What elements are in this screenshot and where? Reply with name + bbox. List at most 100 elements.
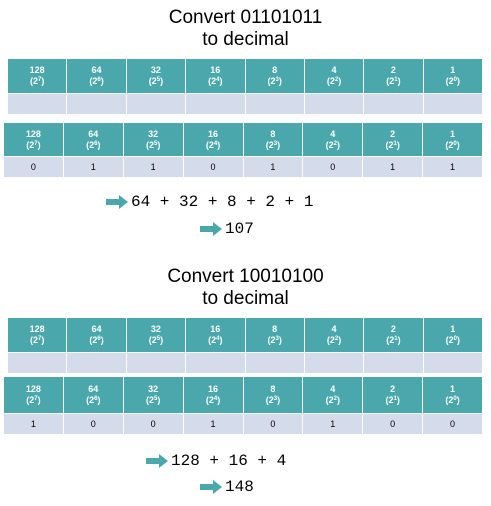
- place-value: 8: [270, 128, 276, 139]
- empty-bit-cell: [66, 93, 127, 115]
- power-of-two: (27): [26, 139, 41, 150]
- power-of-two: (23): [267, 335, 282, 345]
- place-value: 32: [150, 324, 161, 334]
- place-value-header: 128 (27): [6, 317, 68, 353]
- result-text: 148: [225, 478, 254, 496]
- place-value-header: 32 (25): [122, 376, 184, 414]
- place-value: 2: [390, 384, 396, 394]
- place-value-header: 1 (20): [422, 122, 483, 157]
- power-of-two: (23): [265, 139, 281, 150]
- power-of-two: (20): [445, 335, 460, 345]
- place-value: 64: [88, 384, 99, 394]
- place-value: 8: [272, 65, 278, 75]
- place-value: 64: [88, 128, 99, 139]
- bit-cell: 1: [182, 413, 244, 435]
- place-value: 32: [148, 128, 159, 139]
- bit-cell: 1: [122, 156, 184, 178]
- place-value: 2: [390, 65, 396, 75]
- place-value-header: 16 (24): [185, 317, 246, 353]
- power-of-two: (21): [386, 76, 401, 86]
- empty-bit-cell: [303, 352, 365, 374]
- place-value: 4: [330, 128, 336, 139]
- place-value-header: 128 (27): [3, 122, 64, 157]
- place-value: 1: [450, 384, 456, 394]
- power-of-two: (24): [205, 395, 221, 405]
- place-value-header: 1 (20): [422, 376, 483, 414]
- power-of-two: (22): [325, 395, 340, 405]
- place-value-header: 4 (22): [303, 58, 365, 94]
- place-value: 4: [331, 65, 337, 75]
- bit-cell: 1: [362, 156, 424, 178]
- place-value: 16: [208, 384, 219, 394]
- place-value: 8: [272, 324, 278, 334]
- result-text: 107: [225, 220, 254, 238]
- filled-conversion-table-1: 128 (27) 64 (26) 32 (25) 16 (24) 8 (23) 4 (22) 2 (21)…: [3, 122, 483, 178]
- power-of-two: (22): [326, 335, 342, 345]
- empty-bit-cell: [303, 93, 365, 115]
- title-line-2: to decimal: [202, 29, 289, 50]
- power-of-two: (26): [86, 139, 101, 150]
- empty-bit-cell: [125, 93, 187, 115]
- power-of-two: (27): [26, 395, 41, 405]
- place-value-header: 64 (26): [62, 122, 124, 157]
- right-arrow-icon: [106, 195, 128, 209]
- power-of-two: (27): [30, 76, 45, 86]
- sum-expression-2: 128 + 16 + 4: [146, 452, 286, 470]
- place-value: 128: [29, 65, 45, 75]
- bit-cell: 0: [242, 413, 304, 435]
- place-value-header: 64 (26): [66, 317, 127, 353]
- right-arrow-icon: [200, 480, 222, 494]
- empty-bit-cell: [66, 352, 127, 374]
- place-value-header: 8 (23): [242, 122, 304, 157]
- title-line-2: to decimal: [202, 288, 289, 309]
- bit-cell: 0: [302, 156, 364, 178]
- place-value: 128: [29, 324, 45, 334]
- place-value-header: 16 (24): [182, 376, 244, 414]
- bit-cell: 1: [302, 413, 364, 435]
- title-line-1: Convert 10010100: [167, 266, 324, 287]
- place-value: 128: [25, 384, 41, 394]
- empty-bit-cell: [125, 352, 187, 374]
- empty-bit-cell: [244, 352, 305, 374]
- bit-cell: 0: [62, 413, 124, 435]
- empty-bit-cell: [6, 93, 68, 115]
- power-of-two: (25): [146, 139, 161, 150]
- power-of-two: (22): [326, 76, 342, 86]
- power-of-two: (20): [445, 76, 460, 86]
- empty-bit-cell: [422, 352, 484, 374]
- place-value: 2: [390, 324, 396, 334]
- filled-conversion-table-2: 128 (27) 64 (26) 32 (25) 16 (24) 8 (23) 4 (22) 2 (21)…: [3, 376, 483, 435]
- sum-text: 128 + 16 + 4: [171, 452, 287, 470]
- power-of-two: (20): [445, 139, 460, 150]
- power-of-two: (25): [146, 395, 161, 405]
- result-2: 148: [200, 478, 254, 496]
- empty-bit-cell: [185, 93, 246, 115]
- place-value-header: 64 (26): [66, 58, 127, 94]
- place-value-header: 128 (27): [6, 58, 68, 94]
- bit-cell: 0: [182, 156, 244, 178]
- place-value-header: 2 (21): [362, 376, 424, 414]
- place-value: 1: [450, 65, 456, 75]
- power-of-two: (23): [265, 395, 281, 405]
- power-of-two: (23): [267, 76, 282, 86]
- place-value-header: 32 (25): [122, 122, 184, 157]
- empty-bit-cell: [363, 93, 424, 115]
- bit-cell: 1: [3, 413, 64, 435]
- place-value-header: 4 (22): [303, 317, 365, 353]
- bit-cell: 1: [242, 156, 304, 178]
- bit-cell: 0: [122, 413, 184, 435]
- section-2-title: Convert 10010100 to decimal: [0, 266, 491, 310]
- place-value: 64: [91, 324, 102, 334]
- place-value-header: 2 (21): [363, 58, 424, 94]
- empty-bit-cell: [244, 93, 305, 115]
- place-value-header: 4 (22): [302, 376, 364, 414]
- power-of-two: (26): [86, 395, 101, 405]
- empty-bit-cell: [422, 93, 484, 115]
- power-of-two: (21): [386, 335, 401, 345]
- place-value: 1: [450, 128, 456, 139]
- bit-cell: 0: [3, 156, 64, 178]
- power-of-two: (24): [208, 335, 223, 345]
- place-value: 4: [330, 384, 336, 394]
- power-of-two: (21): [385, 139, 400, 150]
- empty-bit-cell: [363, 352, 424, 374]
